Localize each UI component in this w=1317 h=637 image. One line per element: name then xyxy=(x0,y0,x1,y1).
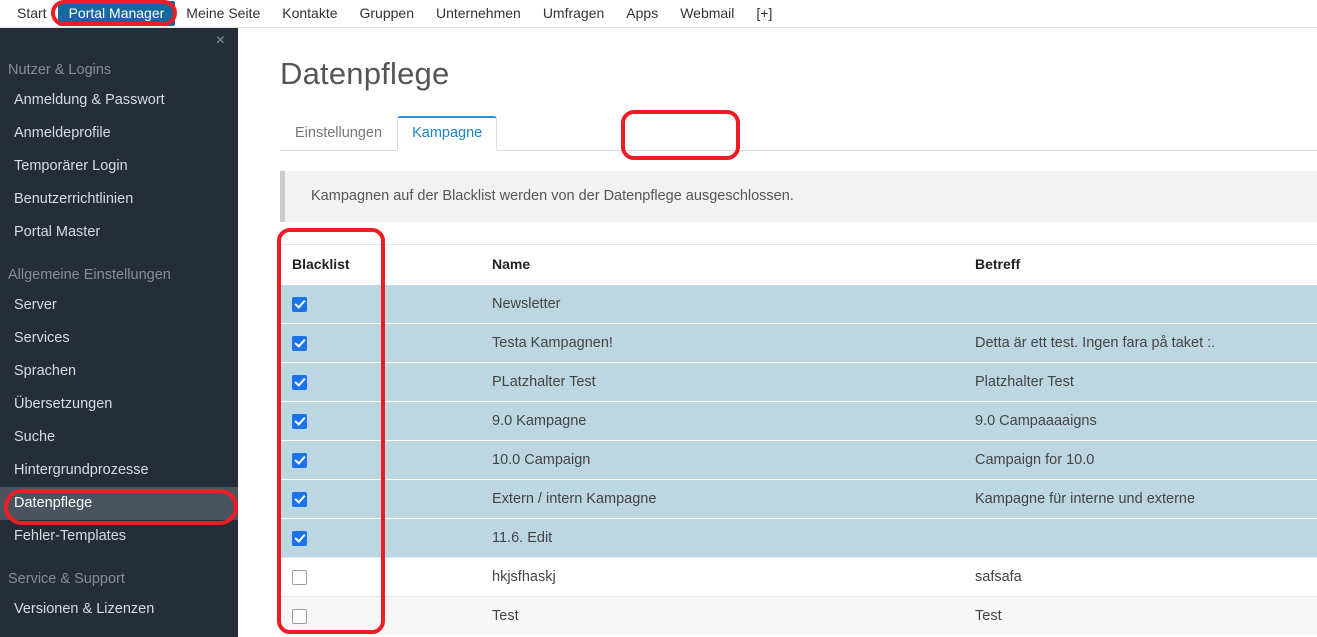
nav-item-portal-manager[interactable]: Portal Manager xyxy=(57,1,176,26)
blacklist-checkbox[interactable] xyxy=(292,452,307,468)
nav-item-umfragen[interactable]: Umfragen xyxy=(532,1,615,26)
close-icon[interactable]: × xyxy=(216,33,225,49)
tab-kampagne[interactable]: Kampagne xyxy=(397,116,498,151)
campaign-table: Blacklist Name Betreff Newsletter Testa Kam… xyxy=(280,244,1317,635)
nav-item-kontakte[interactable]: Kontakte xyxy=(271,1,348,26)
sidebar-item-anmeldeprofile[interactable]: Anmeldeprofile xyxy=(0,117,238,150)
table-row[interactable]: 9.0 Kampagne 9.0 Campaaaaigns xyxy=(280,401,1317,441)
sidebar-item-server[interactable]: Server xyxy=(0,289,238,322)
campaign-table-wrapper: Blacklist Name Betreff Newsletter Testa Kam… xyxy=(280,244,1317,635)
sidebar-item-anmeldung-passwort[interactable]: Anmeldung & Passwort xyxy=(0,84,238,117)
settings-sidebar: × Nutzer & Logins Anmeldung & Passwort Anm… xyxy=(0,28,238,637)
campaign-name-cell: hkjsfhaskj xyxy=(480,557,963,597)
table-row[interactable]: 11.6. Edit xyxy=(280,518,1317,558)
sidebar-item-sprachen[interactable]: Sprachen xyxy=(0,355,238,388)
campaign-subject-cell: Detta är ett test. Ingen fara på taket :… xyxy=(963,323,1317,363)
campaign-name-cell: Testa Kampagnen! xyxy=(480,323,963,363)
campaign-subject-cell: safsafa xyxy=(963,557,1317,597)
table-body: Newsletter Testa Kampagnen! Detta är ett t… xyxy=(280,284,1317,635)
campaign-subject-cell: 9.0 Campaaaaigns xyxy=(963,401,1317,441)
sidebar-item-services[interactable]: Services xyxy=(0,322,238,355)
tab-einstellungen[interactable]: Einstellungen xyxy=(280,117,397,151)
campaign-name-cell: 9.0 Kampagne xyxy=(480,401,963,441)
column-header-betreff: Betreff xyxy=(963,244,1317,285)
table-header: Blacklist Name Betreff xyxy=(280,244,1317,285)
blacklist-checkbox[interactable] xyxy=(292,608,307,624)
sidebar-item-hintergrundprozesse[interactable]: Hintergrundprozesse xyxy=(0,454,238,487)
campaign-name-cell: Extern / intern Kampagne xyxy=(480,479,963,519)
table-row[interactable]: PLatzhalter Test Platzhalter Test xyxy=(280,362,1317,402)
sidebar-group-title: Allgemeine Einstellungen xyxy=(8,267,171,283)
column-header-name: Name xyxy=(480,244,963,285)
campaign-subject-cell: Platzhalter Test xyxy=(963,362,1317,402)
nav-item-start[interactable]: Start xyxy=(6,1,58,26)
blacklist-checkbox[interactable] xyxy=(292,413,307,429)
sidebar-item-suche[interactable]: Suche xyxy=(0,421,238,454)
sidebar-item-fehler-templates[interactable]: Fehler-Templates xyxy=(0,520,238,553)
table-row[interactable]: 10.0 Campaign Campaign for 10.0 xyxy=(280,440,1317,480)
tab-bar: Einstellungen Kampagne xyxy=(280,116,1317,151)
campaign-name-cell: 10.0 Campaign xyxy=(480,440,963,480)
campaign-name-cell: 11.6. Edit xyxy=(480,518,963,558)
blacklist-cell xyxy=(280,557,480,597)
blacklist-checkbox[interactable] xyxy=(292,530,307,546)
top-navigation-bar: Start Portal Manager Meine Seite Kontakte Gr… xyxy=(0,0,1317,28)
campaign-subject-cell: Campaign for 10.0 xyxy=(963,440,1317,480)
campaign-subject-cell: Kampagne für interne und externe xyxy=(963,479,1317,519)
table-row[interactable]: Testa Kampagnen! Detta är ett test. Ingen… xyxy=(280,323,1317,363)
sidebar-item-benutzerrichtlinien[interactable]: Benutzerrichtlinien xyxy=(0,183,238,216)
info-banner: Kampagnen auf der Blacklist werden von d… xyxy=(280,171,1317,222)
sidebar-item-portal-master[interactable]: Portal Master xyxy=(0,216,238,249)
table-row[interactable]: Extern / intern Kampagne Kampagne für int… xyxy=(280,479,1317,519)
nav-item-apps[interactable]: Apps xyxy=(615,1,669,26)
nav-item-webmail[interactable]: Webmail xyxy=(669,1,745,26)
blacklist-cell xyxy=(280,440,480,480)
sidebar-item-tempor-rer-login[interactable]: Temporärer Login xyxy=(0,150,238,183)
main-content: Datenpflege Einstellungen Kampagne Kampag… xyxy=(238,28,1317,637)
blacklist-cell xyxy=(280,323,480,363)
blacklist-checkbox[interactable] xyxy=(292,335,307,351)
blacklist-cell xyxy=(280,401,480,441)
blacklist-cell xyxy=(280,362,480,402)
blacklist-cell xyxy=(280,479,480,519)
sidebar-item-datenpflege[interactable]: Datenpflege xyxy=(0,487,238,520)
blacklist-checkbox[interactable] xyxy=(292,374,307,390)
table-header-row: Blacklist Name Betreff xyxy=(280,244,1317,285)
table-row[interactable]: Test Test xyxy=(280,596,1317,635)
nav-item-[interactable]: [+] xyxy=(745,1,783,26)
page-title: Datenpflege xyxy=(280,56,450,91)
blacklist-cell xyxy=(280,596,480,635)
column-header-blacklist: Blacklist xyxy=(280,244,480,285)
sidebar-item-versionen-lizenzen[interactable]: Versionen & Lizenzen xyxy=(0,593,238,626)
sidebar-item-bersetzungen[interactable]: Übersetzungen xyxy=(0,388,238,421)
nav-item-gruppen[interactable]: Gruppen xyxy=(349,1,425,26)
campaign-subject-cell: Test xyxy=(963,596,1317,635)
app-root: Start Portal Manager Meine Seite Kontakte Gr… xyxy=(0,0,1317,637)
table-row[interactable]: hkjsfhaskj safsafa xyxy=(280,557,1317,597)
campaign-subject-cell xyxy=(963,518,1317,558)
campaign-name-cell: Test xyxy=(480,596,963,635)
campaign-name-cell: Newsletter xyxy=(480,284,963,324)
nav-item-meine-seite[interactable]: Meine Seite xyxy=(175,1,271,26)
sidebar-list: Nutzer & Logins Anmeldung & Passwort Anmel… xyxy=(0,28,238,626)
blacklist-cell xyxy=(280,284,480,324)
blacklist-cell xyxy=(280,518,480,558)
sidebar-group-title: Service & Support xyxy=(8,571,125,587)
nav-item-unternehmen[interactable]: Unternehmen xyxy=(425,1,532,26)
campaign-name-cell: PLatzhalter Test xyxy=(480,362,963,402)
table-row[interactable]: Newsletter xyxy=(280,284,1317,324)
blacklist-checkbox[interactable] xyxy=(292,569,307,585)
campaign-subject-cell xyxy=(963,284,1317,324)
sidebar-group-title: Nutzer & Logins xyxy=(8,62,112,78)
blacklist-checkbox[interactable] xyxy=(292,296,307,312)
blacklist-checkbox[interactable] xyxy=(292,491,307,507)
